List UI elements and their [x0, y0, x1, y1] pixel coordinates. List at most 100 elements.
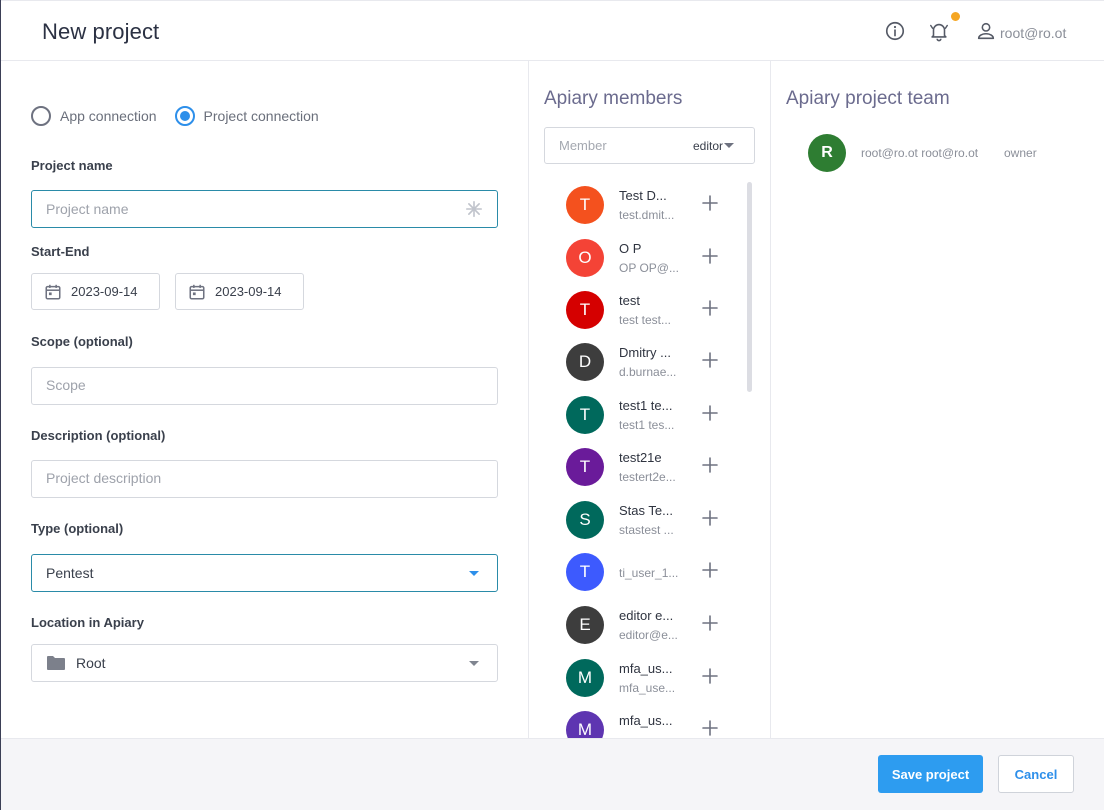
add-member-plus-icon[interactable] — [702, 195, 718, 211]
team-title: Apiary project team — [786, 88, 950, 109]
member-item: T ti_user_1... — [545, 545, 745, 597]
member-name: mfa_us... — [619, 661, 673, 676]
member-item: O O P OP OP@... — [545, 231, 745, 283]
avatar: S — [566, 501, 604, 539]
add-member-plus-icon[interactable] — [702, 615, 718, 631]
member-item: M mfa_us... — [545, 703, 745, 738]
member-name: Stas Te... — [619, 503, 673, 518]
avatar: M — [566, 659, 604, 697]
member-email: mfa_use... — [619, 681, 676, 695]
column-divider — [770, 61, 771, 739]
type-label: Type (optional) — [31, 521, 124, 536]
add-member-plus-icon[interactable] — [702, 562, 718, 578]
role-select[interactable]: editor — [693, 139, 723, 153]
add-member-plus-icon[interactable] — [702, 720, 718, 736]
right-edge — [1104, 0, 1114, 810]
connection-radio-group: App connection Project connection — [31, 106, 319, 126]
avatar: M — [566, 711, 604, 738]
member-search-placeholder: Member — [559, 138, 607, 153]
calendar-icon — [189, 284, 205, 300]
avatar: D — [566, 343, 604, 381]
member-list: T Test D... test.dmit... O O P OP OP@...… — [545, 178, 760, 738]
member-name: test1 te... — [619, 398, 673, 413]
member-email: test.dmit... — [619, 208, 675, 222]
team-member-role: owner — [1004, 146, 1037, 160]
team-member-name: root@ro.ot root@ro.ot — [861, 146, 979, 160]
avatar: E — [566, 606, 604, 644]
member-name: editor e... — [619, 608, 674, 623]
description-placeholder: Project description — [46, 470, 162, 486]
end-date-value: 2023-09-14 — [215, 284, 282, 299]
cancel-button[interactable]: Cancel — [998, 755, 1074, 793]
location-label: Location in Apiary — [31, 615, 144, 630]
add-member-plus-icon[interactable] — [702, 405, 718, 421]
member-search-input[interactable]: Member editor — [544, 127, 755, 164]
type-value: Pentest — [46, 565, 94, 581]
add-member-plus-icon[interactable] — [702, 510, 718, 526]
app-connection-radio[interactable] — [31, 106, 51, 126]
save-project-button[interactable]: Save project — [878, 755, 983, 793]
add-member-plus-icon[interactable] — [702, 300, 718, 316]
notification-dot — [951, 12, 960, 21]
type-select[interactable]: Pentest — [31, 554, 498, 592]
member-name: Dmitry ... — [619, 345, 671, 360]
member-email: editor@e... — [619, 628, 678, 642]
member-item: E editor e... editor@e... — [545, 598, 745, 650]
member-item: T Test D... test.dmit... — [545, 178, 745, 230]
member-item: T test21e testert2e... — [545, 440, 745, 492]
start-end-label: Start-End — [31, 244, 90, 259]
user-name[interactable]: root@ro.ot — [1000, 25, 1066, 41]
avatar: T — [566, 396, 604, 434]
member-email: testert2e... — [619, 470, 676, 484]
location-value: Root — [76, 655, 106, 671]
start-date-value: 2023-09-14 — [71, 284, 138, 299]
member-email: d.burnae... — [619, 365, 677, 379]
avatar: R — [808, 134, 846, 172]
member-item: D Dmitry ... d.burnae... — [545, 335, 745, 387]
member-item: M mfa_us... mfa_use... — [545, 651, 745, 703]
bell-icon[interactable] — [928, 20, 950, 42]
member-email: test test... — [619, 313, 672, 327]
member-name: mfa_us... — [619, 713, 673, 728]
calendar-icon — [45, 284, 61, 300]
member-name: O P — [619, 241, 642, 256]
app-connection-label[interactable]: App connection — [60, 108, 157, 124]
member-list-scrollbar[interactable] — [747, 182, 752, 392]
add-member-plus-icon[interactable] — [702, 457, 718, 473]
avatar: T — [566, 448, 604, 486]
add-member-plus-icon[interactable] — [702, 248, 718, 264]
member-email: stastest ... — [619, 523, 674, 537]
description-input[interactable]: Project description — [31, 460, 498, 498]
member-name: Test D... — [619, 188, 667, 203]
required-asterisk-icon — [465, 200, 483, 218]
avatar: O — [566, 239, 604, 277]
avatar: T — [566, 553, 604, 591]
folder-icon — [47, 656, 65, 670]
description-label: Description (optional) — [31, 428, 166, 443]
chevron-down-icon[interactable] — [724, 143, 734, 148]
scope-input[interactable]: Scope — [31, 367, 498, 405]
column-divider — [528, 61, 529, 739]
member-item: T test test test... — [545, 283, 745, 335]
avatar: T — [566, 291, 604, 329]
info-icon[interactable] — [884, 20, 906, 42]
end-date-input[interactable]: 2023-09-14 — [175, 273, 304, 310]
member-name: test21e — [619, 450, 662, 465]
add-member-plus-icon[interactable] — [702, 352, 718, 368]
chevron-down-icon — [469, 571, 479, 576]
project-connection-radio[interactable] — [174, 106, 195, 126]
scope-placeholder: Scope — [46, 377, 86, 393]
member-item: T test1 te... test1 tes... — [545, 388, 745, 440]
start-date-input[interactable]: 2023-09-14 — [31, 273, 160, 310]
chevron-down-icon — [469, 661, 479, 666]
project-name-label: Project name — [31, 158, 113, 173]
add-member-plus-icon[interactable] — [702, 668, 718, 684]
user-icon[interactable] — [975, 20, 997, 42]
location-select[interactable]: Root — [31, 644, 498, 682]
member-name: test — [619, 293, 640, 308]
members-title: Apiary members — [544, 88, 683, 109]
project-name-input[interactable]: Project name — [31, 190, 498, 228]
member-email: test1 tes... — [619, 418, 675, 432]
member-item: S Stas Te... stastest ... — [545, 493, 745, 545]
project-connection-label[interactable]: Project connection — [204, 108, 319, 124]
